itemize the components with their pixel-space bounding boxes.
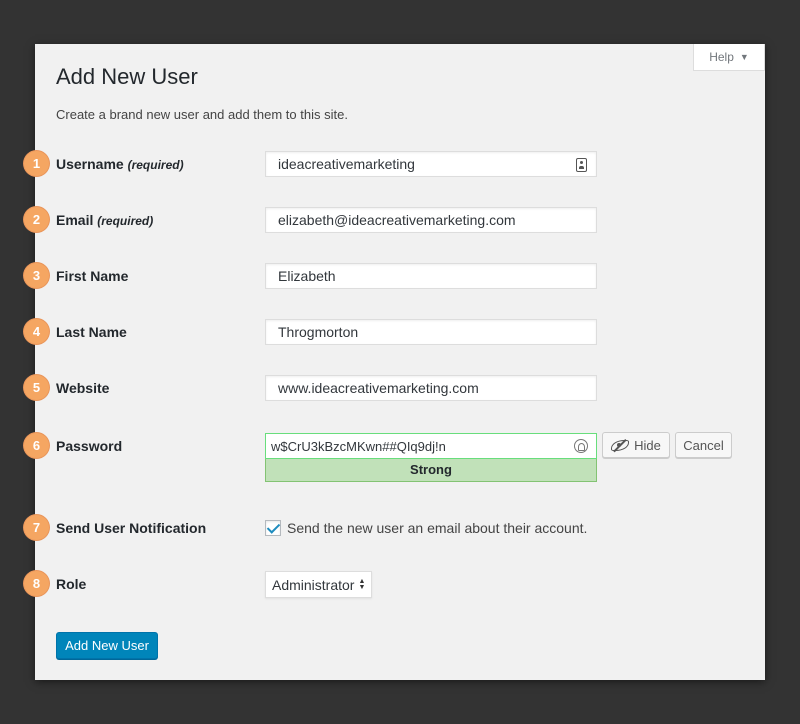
hide-label: Hide [634,437,661,453]
username-required-note: (required) [127,158,184,172]
website-input[interactable]: www.ideacreativemarketing.com [265,375,597,401]
page-description: Create a brand new user and add them to … [56,107,348,122]
username-value: ideacreativemarketing [278,156,415,172]
help-label: Help [709,50,734,64]
password-field-group: w$CrU3kBzcMKwn##QIq9dj!n Strong [265,433,597,482]
send-notification-checkbox[interactable] [265,520,281,536]
page-title: Add New User [56,64,198,89]
hide-password-button[interactable]: Hide [602,432,670,458]
help-tab[interactable]: Help ▼ [693,44,765,71]
updown-arrows-icon: ▲ ▼ [358,577,366,591]
step-badge-3: 3 [24,263,49,288]
eye-slash-icon [611,439,630,451]
caret-down-icon: ▼ [739,52,749,62]
password-label: Password [56,438,123,454]
step-badge-5: 5 [24,375,49,400]
first-name-input[interactable]: Elizabeth [265,263,597,289]
email-row: 2 Email (required) elizabeth@ideacreativ… [24,205,765,235]
role-row: 8 Role Administrator ▲ ▼ [24,569,765,599]
send-notification-text[interactable]: Send the new user an email about their a… [287,520,587,536]
password-strength-meter: Strong [265,459,597,482]
step-badge-7: 7 [24,515,49,540]
add-new-user-button[interactable]: Add New User [56,632,158,659]
role-select[interactable]: Administrator ▲ ▼ [265,571,373,598]
add-user-panel: Help ▼ Add New User Create a brand new u… [24,44,765,680]
username-input[interactable]: ideacreativemarketing [265,151,597,177]
role-selected-value: Administrator [272,576,355,593]
cancel-password-button[interactable]: Cancel [675,432,732,458]
username-row: 1 Username (required) ideacreativemarket… [24,149,765,179]
step-badge-4: 4 [24,319,49,344]
contact-card-icon [576,158,587,172]
last-name-row: 4 Last Name Throgmorton [24,317,765,347]
role-label: Role [56,576,87,592]
username-label-text: Username [56,156,124,172]
last-name-input[interactable]: Throgmorton [265,319,597,345]
last-name-label: Last Name [56,324,127,340]
first-name-label: First Name [56,268,129,284]
email-label-text: Email [56,212,94,228]
step-badge-6: 6 [24,433,49,458]
password-input[interactable]: w$CrU3kBzcMKwn##QIq9dj!n [265,433,597,459]
email-label: Email (required) [56,212,153,228]
notification-label: Send User Notification [56,520,207,536]
password-lock-icon [574,439,588,453]
password-row: 6 Password w$CrU3kBzcMKwn##QIq9dj!n Stro… [24,431,765,483]
first-name-row: 3 First Name Elizabeth [24,261,765,291]
notification-row: 7 Send User Notification Send the new us… [24,513,765,543]
step-badge-8: 8 [24,571,49,596]
website-row: 5 Website www.ideacreativemarketing.com [24,373,765,403]
website-label: Website [56,380,110,396]
email-input[interactable]: elizabeth@ideacreativemarketing.com [265,207,597,233]
step-badge-1: 1 [24,151,49,176]
password-value: w$CrU3kBzcMKwn##QIq9dj!n [271,439,446,454]
step-badge-2: 2 [24,207,49,232]
username-label: Username (required) [56,156,184,172]
email-required-note: (required) [97,214,154,228]
